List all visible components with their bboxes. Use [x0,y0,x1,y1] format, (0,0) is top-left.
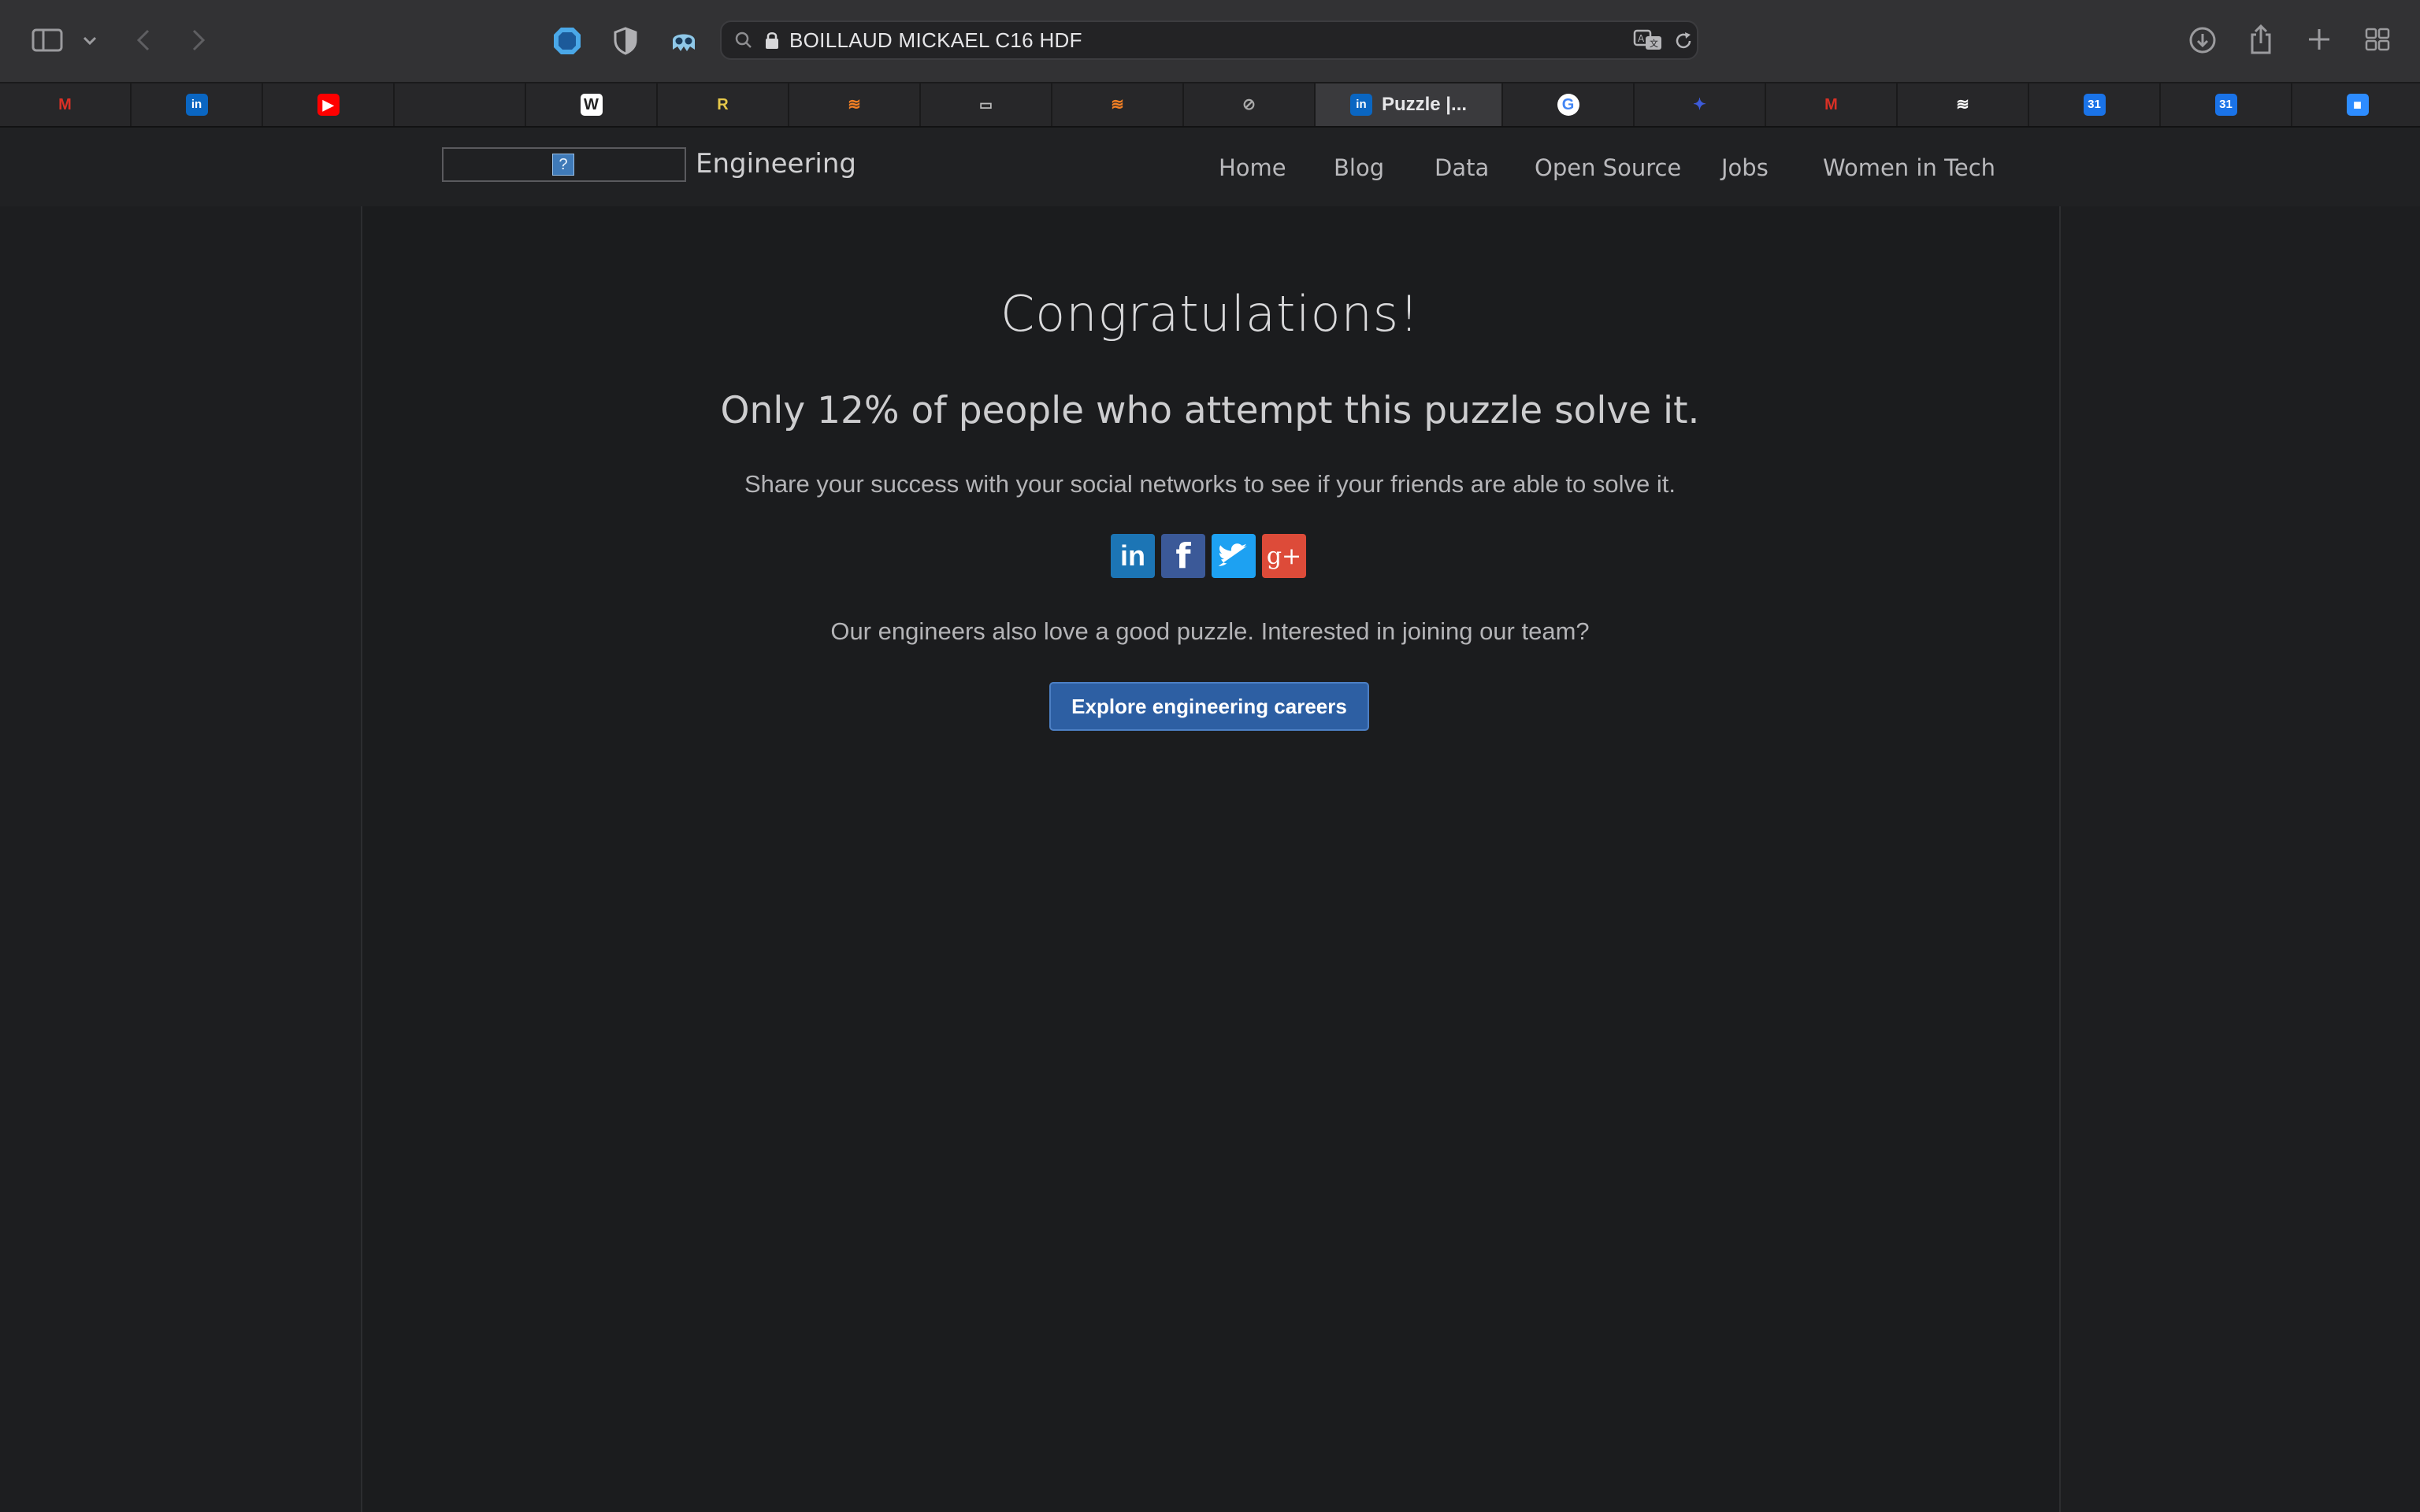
tab-strip: Min ▶ W R ≋ ▭ ≋ ⊘ in Puzzle |... G ✦ M ≋ 31 31 ■ [0,83,2420,128]
r-site-icon: R [717,96,729,113]
search-icon [733,29,755,51]
card-site-icon: ▭ [978,97,993,113]
zoom-icon: ■ [2346,94,2369,116]
solve-rate-subheading: Only 12% of people who attempt this puzz… [720,389,1700,432]
tab-4[interactable] [395,83,526,126]
svg-text:文: 文 [1650,38,1658,49]
tab-17[interactable]: 31 [2161,83,2292,126]
tab-1[interactable]: M [0,83,132,126]
facebook-share-icon[interactable]: f [1161,534,1205,578]
tab-overview-icon[interactable] [2363,25,2392,54]
youtube-icon: ▶ [317,94,340,116]
tab-14[interactable]: M [1766,83,1898,126]
tab-10[interactable]: ⊘ [1184,83,1316,126]
tab-title: Puzzle |... [1381,94,1468,115]
tab-15[interactable]: ≋ [1898,83,2029,126]
tab-5[interactable]: W [526,83,658,126]
share-icon[interactable] [2247,22,2275,57]
site-header: ? Engineering Home Blog Data Open Source… [0,128,2420,206]
tab-11[interactable]: in Puzzle |... [1316,83,1503,126]
stackoverflow-icon: ≋ [1111,96,1124,113]
new-tab-icon[interactable] [2305,25,2333,54]
google-icon: G [1557,94,1579,116]
nav-home[interactable]: Home [1219,154,1286,181]
linkedin-share-icon[interactable]: in [1111,534,1155,578]
nav-blog[interactable]: Blog [1334,154,1384,181]
translate-icon[interactable]: A文 [1632,28,1664,52]
site-logo[interactable]: ? [442,147,686,182]
lock-icon [763,30,781,50]
tab-6[interactable]: R [658,83,789,126]
tab-3[interactable]: ▶ [263,83,395,126]
blank-site-icon [449,94,471,116]
puzzle-site-icon: ✦ [1693,96,1706,113]
steem-icon: ≋ [1956,96,1969,113]
broken-image-icon: ? [552,154,574,176]
shield-extension-icon[interactable] [550,24,585,58]
calendar-icon: 31 [2214,94,2237,116]
reload-icon[interactable] [1672,29,1695,53]
linkedin-icon: in [1349,94,1372,116]
social-share-buttons: in f g+ [1111,534,1306,578]
address-url: BOILLAUD MICKAEL C16 HDF [789,28,1082,52]
tab-16[interactable]: 31 [2029,83,2161,126]
nav-women-in-tech[interactable]: Women in Tech [1823,154,1995,181]
gmail-icon: M [58,96,72,113]
privacy-shield-icon[interactable] [610,24,641,58]
download-icon[interactable] [2187,24,2218,57]
chevron-down-icon[interactable] [79,30,101,52]
tab-18[interactable]: ■ [2292,83,2420,126]
tab-2[interactable]: in [132,83,263,126]
nav-open-source[interactable]: Open Source [1535,154,1681,181]
tab-13[interactable]: ✦ [1635,83,1766,126]
back-icon[interactable] [131,24,156,57]
calendar-icon: 31 [2083,94,2106,116]
tab-8[interactable]: ▭ [921,83,1052,126]
compass-icon: ⊘ [1242,96,1256,113]
address-bar[interactable]: BOILLAUD MICKAEL C16 HDF A文 [720,20,1698,60]
nav-jobs[interactable]: Jobs [1721,154,1769,181]
svg-text:A: A [1638,33,1645,44]
tab-7[interactable]: ≋ [789,83,921,126]
linkedin-icon: in [185,94,208,116]
share-prompt: Share your success with your social netw… [744,470,1676,498]
google-plus-share-icon[interactable]: g+ [1262,534,1306,578]
careers-prompt: Our engineers also love a good puzzle. I… [830,617,1590,645]
stackoverflow-icon: ≋ [848,96,861,113]
explore-careers-button[interactable]: Explore engineering careers [1049,682,1369,731]
sidebar-icon[interactable] [28,24,66,57]
ghost-extension-icon[interactable] [666,24,701,58]
congrats-heading: Congratulations! [1000,285,1420,343]
browser-toolbar: BOILLAUD MICKAEL C16 HDF A文 [0,0,2420,83]
gmail-icon: M [1824,96,1838,113]
tab-9[interactable]: ≋ [1052,83,1184,126]
site-brand[interactable]: Engineering [696,148,856,180]
tab-12[interactable]: G [1503,83,1635,126]
forward-icon[interactable] [186,24,211,57]
nav-data[interactable]: Data [1435,154,1489,181]
wikipedia-icon: W [580,94,603,116]
twitter-share-icon[interactable] [1212,534,1256,578]
